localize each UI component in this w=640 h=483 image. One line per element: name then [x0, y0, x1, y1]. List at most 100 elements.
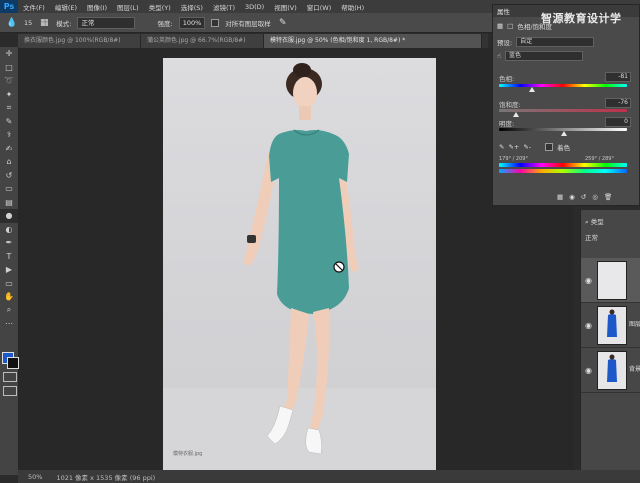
background-color-swatch[interactable]	[7, 357, 19, 369]
layer-thumbnail	[597, 306, 627, 345]
eraser-tool-icon[interactable]: ▭	[0, 182, 18, 196]
channel-row: ☝ 蓝色	[493, 50, 639, 62]
zoom-tool-icon[interactable]: ⌕	[0, 304, 18, 318]
properties-footer: ▦ ◉ ↺ ◎ 🗑	[553, 191, 640, 203]
layer-name: 图层	[629, 321, 640, 328]
eyedropper-tool-icon[interactable]: ✎	[0, 115, 18, 129]
menu-image[interactable]: 图像(I)	[82, 2, 112, 12]
eyedropper-row: ✎ ✎+ ✎- 着色	[495, 141, 640, 153]
pen-tool-icon[interactable]: ✒	[0, 236, 18, 250]
menu-layer[interactable]: 图层(L)	[112, 2, 144, 12]
tab-document-2[interactable]: 蒲公英颜色.jpg @ 66.7%(RGB/8#)	[141, 34, 264, 48]
properties-panel: 属性 ▦ □ 色相/饱和度 预设: 自定 ☝ 蓝色 色相: -81 饱和度: -…	[492, 4, 640, 206]
range-right-value: 259° / 289°	[585, 156, 614, 162]
layer-row-background[interactable]: ◉ 背景	[581, 348, 640, 393]
sample-all-checkbox[interactable]	[211, 18, 220, 27]
hue-label: 色相:	[499, 75, 515, 83]
sample-all-label: 对所有图层取样	[225, 19, 271, 28]
eyedropper-add-icon[interactable]: ✎+	[508, 143, 519, 151]
lightness-input[interactable]: 0	[605, 117, 631, 127]
crop-tool-icon[interactable]: ⌗	[0, 101, 18, 115]
visibility-eye-icon[interactable]: ◉	[585, 321, 592, 330]
type-tool-icon[interactable]: T	[0, 250, 18, 264]
view-previous-icon[interactable]: ◉	[569, 193, 575, 201]
dress-shape	[269, 130, 349, 314]
pressure-icon[interactable]: ✎	[277, 17, 289, 29]
mode-select[interactable]: 正常	[77, 16, 136, 29]
background-thumbnail	[597, 351, 627, 390]
shape-tool-icon[interactable]: ▭	[0, 277, 18, 291]
zoom-level[interactable]: 50%	[28, 473, 42, 481]
layer-row-layer[interactable]: ◉ 图层	[581, 303, 640, 348]
saturation-input[interactable]: -76	[605, 98, 631, 108]
menu-window[interactable]: 窗口(W)	[302, 2, 337, 12]
path-select-icon[interactable]: ▶	[0, 263, 18, 277]
saturation-slider-thumb[interactable]	[513, 112, 519, 117]
visibility-eye-icon[interactable]: ◉	[585, 366, 592, 375]
layer-row-adjustment[interactable]: ◉	[581, 258, 640, 303]
menu-edit[interactable]: 编辑(E)	[50, 2, 82, 12]
visibility-eye-icon[interactable]: ◉	[585, 276, 592, 285]
quick-select-icon[interactable]: ✦	[0, 88, 18, 102]
gradient-tool-icon[interactable]: ▤	[0, 196, 18, 210]
hand-tool-icon[interactable]: ✋	[0, 290, 18, 304]
marquee-tool-icon[interactable]: □	[0, 61, 18, 75]
preset-select[interactable]: 自定	[516, 37, 595, 47]
colorize-label: 着色	[557, 144, 571, 152]
tab-document-3[interactable]: 模特衣服.jpg @ 50% (色相/饱和度 1, RGB/8#) *	[264, 34, 482, 48]
menu-select[interactable]: 选择(S)	[176, 2, 208, 12]
hue-slider-track[interactable]	[499, 84, 627, 87]
eyedropper-subtract-icon[interactable]: ✎-	[523, 143, 531, 151]
eyedropper-icon[interactable]: ✎	[499, 143, 504, 151]
brush-size-value[interactable]: 15	[24, 19, 32, 27]
dodge-tool-icon[interactable]: ◐	[0, 223, 18, 237]
colorize-checkbox[interactable]	[545, 143, 554, 151]
menu-help[interactable]: 帮助(H)	[336, 2, 369, 12]
saturation-label: 饱和度:	[499, 101, 521, 109]
clone-stamp-icon[interactable]: ⌂	[0, 155, 18, 169]
layer-filter[interactable]: ⌕ 类型	[585, 216, 604, 227]
blend-mode-select[interactable]: 正常	[585, 232, 598, 242]
layer-name: 背景	[629, 366, 640, 373]
menu-view[interactable]: 视图(V)	[269, 2, 302, 12]
hue-slider-thumb[interactable]	[529, 87, 535, 92]
delete-icon[interactable]: 🗑	[604, 193, 612, 201]
photoshop-logo: Ps	[0, 0, 18, 13]
search-icon: ⌕	[585, 218, 589, 226]
more-tools-icon[interactable]: ⋯	[0, 317, 18, 331]
menu-3d[interactable]: 3D(D)	[240, 3, 269, 11]
menu-file[interactable]: 文件(F)	[18, 2, 50, 12]
photo-canvas[interactable]: 模特衣服.jpg	[163, 58, 436, 470]
watermark: 智源教育设计学	[541, 12, 622, 25]
channel-select[interactable]: 蓝色	[504, 51, 583, 61]
color-range-bar-top	[499, 163, 627, 167]
blur-tool-icon[interactable]: ●	[0, 209, 18, 223]
blur-tool-icon[interactable]: 💧	[6, 17, 18, 29]
tab-document-1[interactable]: 换衣服颜色.jpg @ 100%(RGB/8#)	[18, 34, 141, 48]
healing-brush-icon[interactable]: ⚕	[0, 128, 18, 142]
visibility-icon[interactable]: ◎	[592, 193, 598, 201]
toolbox: ✛ □ ➰ ✦ ⌗ ✎ ⚕ ✍ ⌂ ↺ ▭ ▤ ● ◐ ✒ T ▶ ▭ ✋ ⌕ …	[0, 47, 19, 475]
lightness-slider-thumb[interactable]	[561, 131, 567, 136]
layer-filter-label[interactable]: 类型	[591, 218, 604, 226]
color-range-bar-bottom[interactable]	[499, 169, 627, 173]
brush-tool-icon[interactable]: ✍	[0, 142, 18, 156]
clip-to-layer-icon[interactable]: ▦	[557, 193, 563, 201]
menu-type[interactable]: 类型(Y)	[144, 2, 176, 12]
target-adjust-icon[interactable]: ☝	[497, 52, 501, 60]
strength-input[interactable]: 100%	[178, 16, 206, 29]
screen-mode-icon[interactable]	[3, 386, 17, 396]
hue-input[interactable]: -81	[605, 72, 631, 82]
model-photo	[163, 63, 436, 470]
preset-row: 预设: 自定	[493, 36, 639, 48]
status-bar: 50% 1021 像素 x 1535 像素 (96 ppi)	[18, 470, 640, 483]
strength-label: 强度:	[157, 19, 173, 28]
brush-panel-icon[interactable]: ▦	[38, 17, 50, 29]
reset-icon[interactable]: ↺	[581, 193, 586, 201]
quick-mask-icon[interactable]	[3, 372, 17, 382]
menu-filter[interactable]: 滤镜(T)	[208, 2, 240, 12]
history-brush-icon[interactable]: ↺	[0, 169, 18, 183]
range-left-value: 179° / 209°	[499, 156, 528, 162]
lasso-tool-icon[interactable]: ➰	[0, 74, 18, 88]
move-tool-icon[interactable]: ✛	[0, 47, 18, 61]
